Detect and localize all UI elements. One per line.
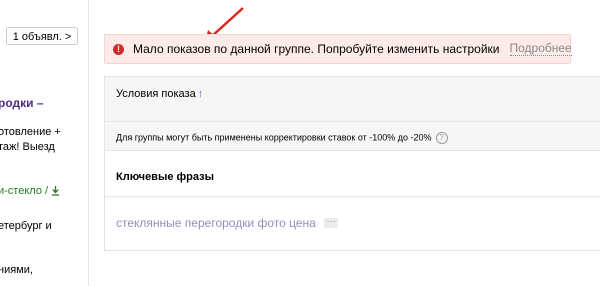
help-icon[interactable]: ?	[435, 132, 448, 144]
keywords-title: Ключевые фразы	[116, 171, 214, 183]
ad-domain[interactable]: и-стекло /	[0, 185, 60, 197]
low-impressions-warning: ! Мало показов по данной группе. Попробу…	[104, 34, 572, 64]
ad-count-button[interactable]: 1 объявл. >	[6, 27, 78, 45]
ad-text-line: отовление +	[0, 126, 61, 138]
ad-text: отовление + таж! Выезд	[0, 125, 61, 155]
bid-adjustment-note-text: Для группы могут быть применены корректи…	[116, 132, 432, 143]
ad-count-label: 1 объявл.	[12, 31, 62, 43]
conditions-label: Условия показа	[116, 88, 196, 100]
show-conditions-panel: Условия показа ↑ Для группы могут быть пр…	[104, 76, 600, 251]
download-icon	[52, 186, 60, 196]
ad-preview-panel: 1 объявл. > родки – отовление + таж! Выез…	[0, 0, 88, 286]
keyword-phrase[interactable]: стеклянные перегородки фото цена	[116, 216, 316, 230]
ad-title[interactable]: родки –	[0, 96, 44, 110]
more-options-icon[interactable]: ···	[324, 217, 338, 228]
conditions-sort-header[interactable]: Условия показа ↑	[116, 88, 203, 100]
panel-bottom-border	[104, 250, 600, 251]
conditions-header: Условия показа ↑	[105, 77, 600, 122]
ad-sitelinks: ниями,	[0, 264, 33, 276]
warning-text: Мало показов по данной группе. Попробуйт…	[133, 42, 500, 56]
exclamation-icon: !	[113, 43, 124, 55]
bid-adjustment-note: Для группы могут быть применены корректи…	[116, 132, 448, 144]
ad-domain-label: и-стекло /	[0, 185, 49, 197]
chevron-right-icon: >	[64, 31, 72, 43]
sidebar-divider	[88, 0, 89, 286]
ad-text-line: таж! Выезд	[0, 141, 55, 153]
details-link[interactable]: Подробнее	[509, 42, 572, 56]
sort-arrow-icon: ↑	[197, 88, 204, 100]
ad-region: етербург и	[0, 220, 52, 232]
